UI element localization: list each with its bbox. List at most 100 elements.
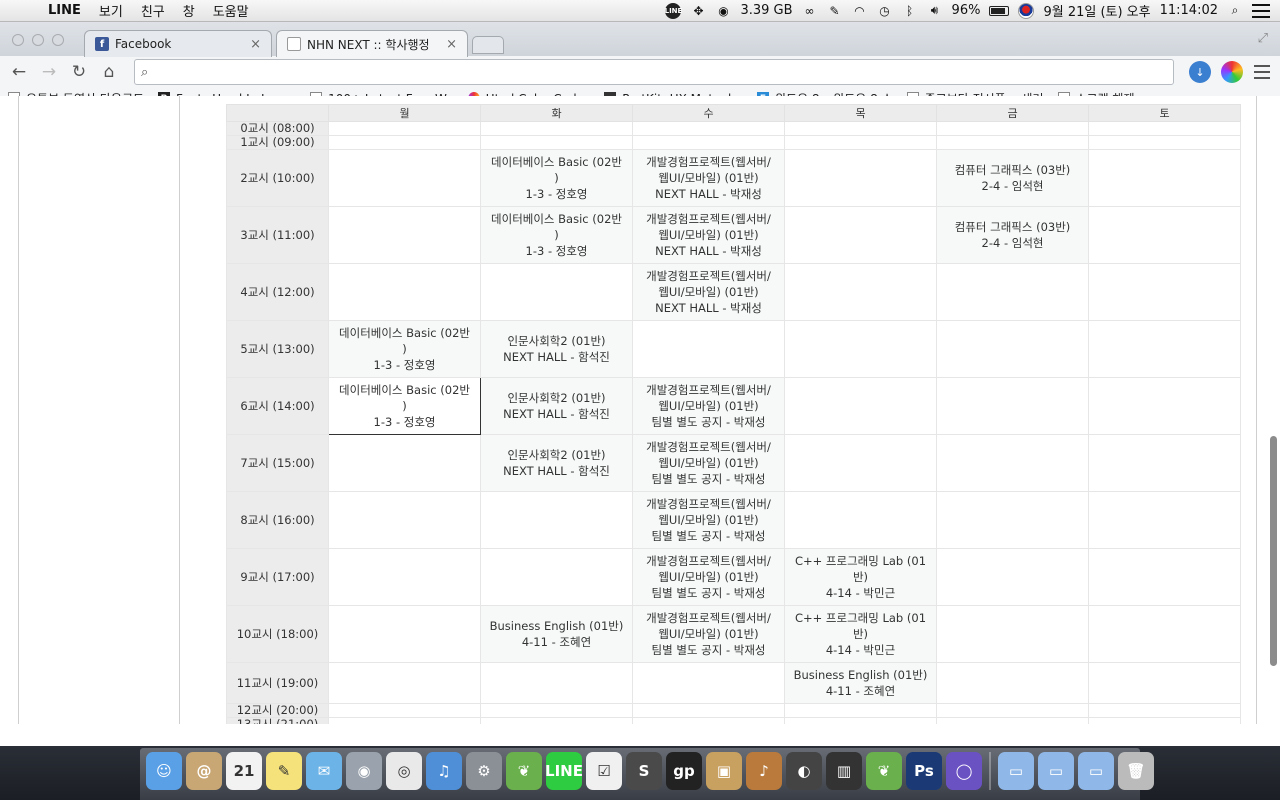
empty-cell[interactable] xyxy=(936,717,1089,724)
class-cell[interactable]: 개발경험프로젝트(웹서버/웹UI/모바일) (01반) 팀별 별도 공지 - 박재… xyxy=(632,605,785,663)
empty-cell[interactable] xyxy=(328,703,481,718)
input-source-flag-icon[interactable] xyxy=(1018,2,1035,19)
dock-reminders-icon[interactable]: ☑ xyxy=(586,752,622,790)
empty-cell[interactable] xyxy=(480,491,633,549)
dock-finder-icon[interactable]: ☺ xyxy=(146,752,182,790)
empty-cell[interactable] xyxy=(784,703,937,718)
dock-folder-icon[interactable]: ▭ xyxy=(998,752,1034,790)
empty-cell[interactable] xyxy=(480,662,633,704)
class-cell[interactable]: 개발경험프로젝트(웹서버/웹UI/모바일) (01반) NEXT HALL - 박… xyxy=(632,206,785,264)
empty-cell[interactable] xyxy=(328,121,481,136)
minimize-window-button[interactable] xyxy=(32,34,44,46)
empty-cell[interactable] xyxy=(784,121,937,136)
dock-stickies-icon[interactable]: ✎ xyxy=(266,752,302,790)
empty-cell[interactable] xyxy=(936,320,1089,378)
empty-cell[interactable] xyxy=(936,121,1089,136)
class-cell[interactable]: C++ 프로그래밍 Lab (01 반) 4-14 - 박민근 xyxy=(784,605,937,663)
dock-preview-icon[interactable]: ▣ xyxy=(706,752,742,790)
empty-cell[interactable] xyxy=(784,206,937,264)
dock-line-icon[interactable]: LINE xyxy=(545,752,583,790)
empty-cell[interactable] xyxy=(784,377,937,435)
menu-friends[interactable]: 친구 xyxy=(141,1,165,20)
empty-cell[interactable] xyxy=(1088,605,1241,663)
empty-cell[interactable] xyxy=(784,320,937,378)
empty-cell[interactable] xyxy=(328,434,481,492)
empty-cell[interactable] xyxy=(1088,662,1241,704)
wifi-icon[interactable]: ◠ xyxy=(852,3,868,19)
empty-cell[interactable] xyxy=(936,263,1089,321)
empty-cell[interactable] xyxy=(328,149,481,207)
empty-cell[interactable] xyxy=(632,320,785,378)
class-cell[interactable]: 데이터베이스 Basic (02반) 1-3 - 정호영 xyxy=(328,377,481,435)
empty-cell[interactable] xyxy=(784,434,937,492)
page-scrollbar[interactable] xyxy=(1270,436,1277,666)
download-extension-icon[interactable]: ↓ xyxy=(1189,61,1211,83)
dock-itunes-icon[interactable]: ♫ xyxy=(426,752,462,790)
menu-window[interactable]: 창 xyxy=(183,1,195,20)
dock-garageband-icon[interactable]: ♪ xyxy=(746,752,782,790)
close-tab-icon[interactable]: × xyxy=(250,37,261,52)
time-readout[interactable]: 11:14:02 xyxy=(1160,3,1218,18)
battery-icon[interactable] xyxy=(989,5,1010,16)
empty-cell[interactable] xyxy=(784,491,937,549)
empty-cell[interactable] xyxy=(936,434,1089,492)
dock-contacts-icon[interactable]: @ xyxy=(186,752,222,790)
empty-cell[interactable] xyxy=(1088,149,1241,207)
app-name-menu[interactable]: LINE xyxy=(48,3,81,18)
dock-sublime-text-icon[interactable]: S xyxy=(626,752,662,790)
dock-folder-icon[interactable]: ▭ xyxy=(1038,752,1074,790)
class-cell[interactable]: 개발경험프로젝트(웹서버/웹UI/모바일) (01반) 팀별 별도 공지 - 박재… xyxy=(632,548,785,606)
class-cell[interactable]: 개발경험프로젝트(웹서버/웹UI/모바일) (01반) 팀별 별도 공지 - 박재… xyxy=(632,377,785,435)
empty-cell[interactable] xyxy=(328,491,481,549)
home-icon[interactable]: ⌂ xyxy=(96,60,122,84)
empty-cell[interactable] xyxy=(328,717,481,724)
fullscreen-icon[interactable]: ⤢ xyxy=(1258,31,1268,46)
colorpicker-extension-icon[interactable] xyxy=(1221,61,1243,83)
empty-cell[interactable] xyxy=(1088,121,1241,136)
empty-cell[interactable] xyxy=(632,703,785,718)
tab-facebook[interactable]: f Facebook × xyxy=(84,30,272,57)
class-cell[interactable]: Business English (01반) 4-11 - 조혜연 xyxy=(784,662,937,704)
empty-cell[interactable] xyxy=(936,491,1089,549)
dock-chrome-icon[interactable]: ◎ xyxy=(386,752,422,790)
class-cell[interactable]: 데이터베이스 Basic (02반) 1-3 - 정호영 xyxy=(480,149,633,207)
dock-piano-icon[interactable]: ▥ xyxy=(826,752,862,790)
empty-cell[interactable] xyxy=(784,149,937,207)
empty-cell[interactable] xyxy=(936,662,1089,704)
dropbox-tray-icon[interactable]: ✥ xyxy=(690,3,706,19)
menu-view[interactable]: 보기 xyxy=(99,1,123,20)
empty-cell[interactable] xyxy=(1088,434,1241,492)
empty-cell[interactable] xyxy=(328,605,481,663)
line-tray-icon[interactable]: LINE xyxy=(665,2,682,19)
notification-center-icon[interactable] xyxy=(1252,3,1270,18)
reload-icon[interactable]: ↻ xyxy=(66,60,92,84)
class-cell[interactable]: 인문사회학2 (01반) NEXT HALL - 함석진 xyxy=(480,377,633,435)
empty-cell[interactable] xyxy=(328,263,481,321)
dock-photoshop-icon[interactable]: Ps xyxy=(906,752,942,790)
empty-cell[interactable] xyxy=(328,206,481,264)
empty-cell[interactable] xyxy=(328,662,481,704)
dock-facetime-icon[interactable]: ◉ xyxy=(346,752,382,790)
empty-cell[interactable] xyxy=(328,548,481,606)
empty-cell[interactable] xyxy=(632,662,785,704)
class-cell[interactable]: 인문사회학2 (01반) NEXT HALL - 함석진 xyxy=(480,320,633,378)
forward-arrow-icon[interactable]: → xyxy=(36,60,62,84)
dock-messages-icon[interactable]: ✉ xyxy=(306,752,342,790)
dock-guitar-pro-icon[interactable]: gp xyxy=(666,752,702,790)
class-cell[interactable]: 인문사회학2 (01반) NEXT HALL - 함석진 xyxy=(480,434,633,492)
chrome-menu-icon[interactable] xyxy=(1254,65,1270,79)
class-cell[interactable]: 컴퓨터 그래픽스 (03반) 2-4 - 임석현 xyxy=(936,149,1089,207)
empty-cell[interactable] xyxy=(328,135,481,150)
tab-nhn-next[interactable]: NHN NEXT :: 학사행정 × xyxy=(276,30,468,57)
empty-cell[interactable] xyxy=(1088,717,1241,724)
empty-cell[interactable] xyxy=(632,717,785,724)
dock-evernote-icon[interactable]: ❦ xyxy=(506,752,542,790)
menu-help[interactable]: 도움말 xyxy=(213,1,249,20)
empty-cell[interactable] xyxy=(936,377,1089,435)
empty-cell[interactable] xyxy=(480,121,633,136)
empty-cell[interactable] xyxy=(480,717,633,724)
class-cell[interactable]: C++ 프로그래밍 Lab (01 반) 4-14 - 박민근 xyxy=(784,548,937,606)
glasses-icon[interactable]: ∞ xyxy=(802,3,818,19)
empty-cell[interactable] xyxy=(1088,135,1241,150)
dock-system-preferences-icon[interactable]: ⚙ xyxy=(466,752,502,790)
